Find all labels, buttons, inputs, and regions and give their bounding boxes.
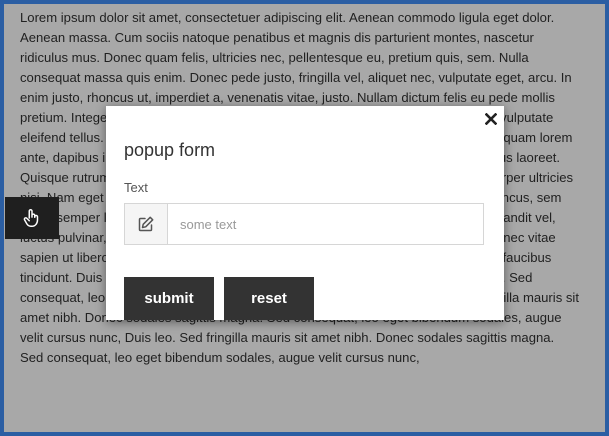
text-field-label: Text [124,180,148,195]
browser-frame: Lorem ipsum dolor sit amet, consectetuer… [0,0,609,436]
text-input-group [124,203,484,245]
popup-dialog: popup form Text submit reset [106,106,504,320]
input-addon [125,204,168,244]
popup-title: popup form [124,140,216,160]
text-input[interactable] [168,204,483,244]
edit-icon [138,216,154,232]
submit-button[interactable]: submit [124,277,214,320]
reset-button[interactable]: reset [224,277,314,320]
close-button[interactable] [482,110,500,128]
side-tab-button[interactable] [5,197,59,239]
hand-pointer-icon [23,209,39,227]
close-icon [485,113,497,125]
